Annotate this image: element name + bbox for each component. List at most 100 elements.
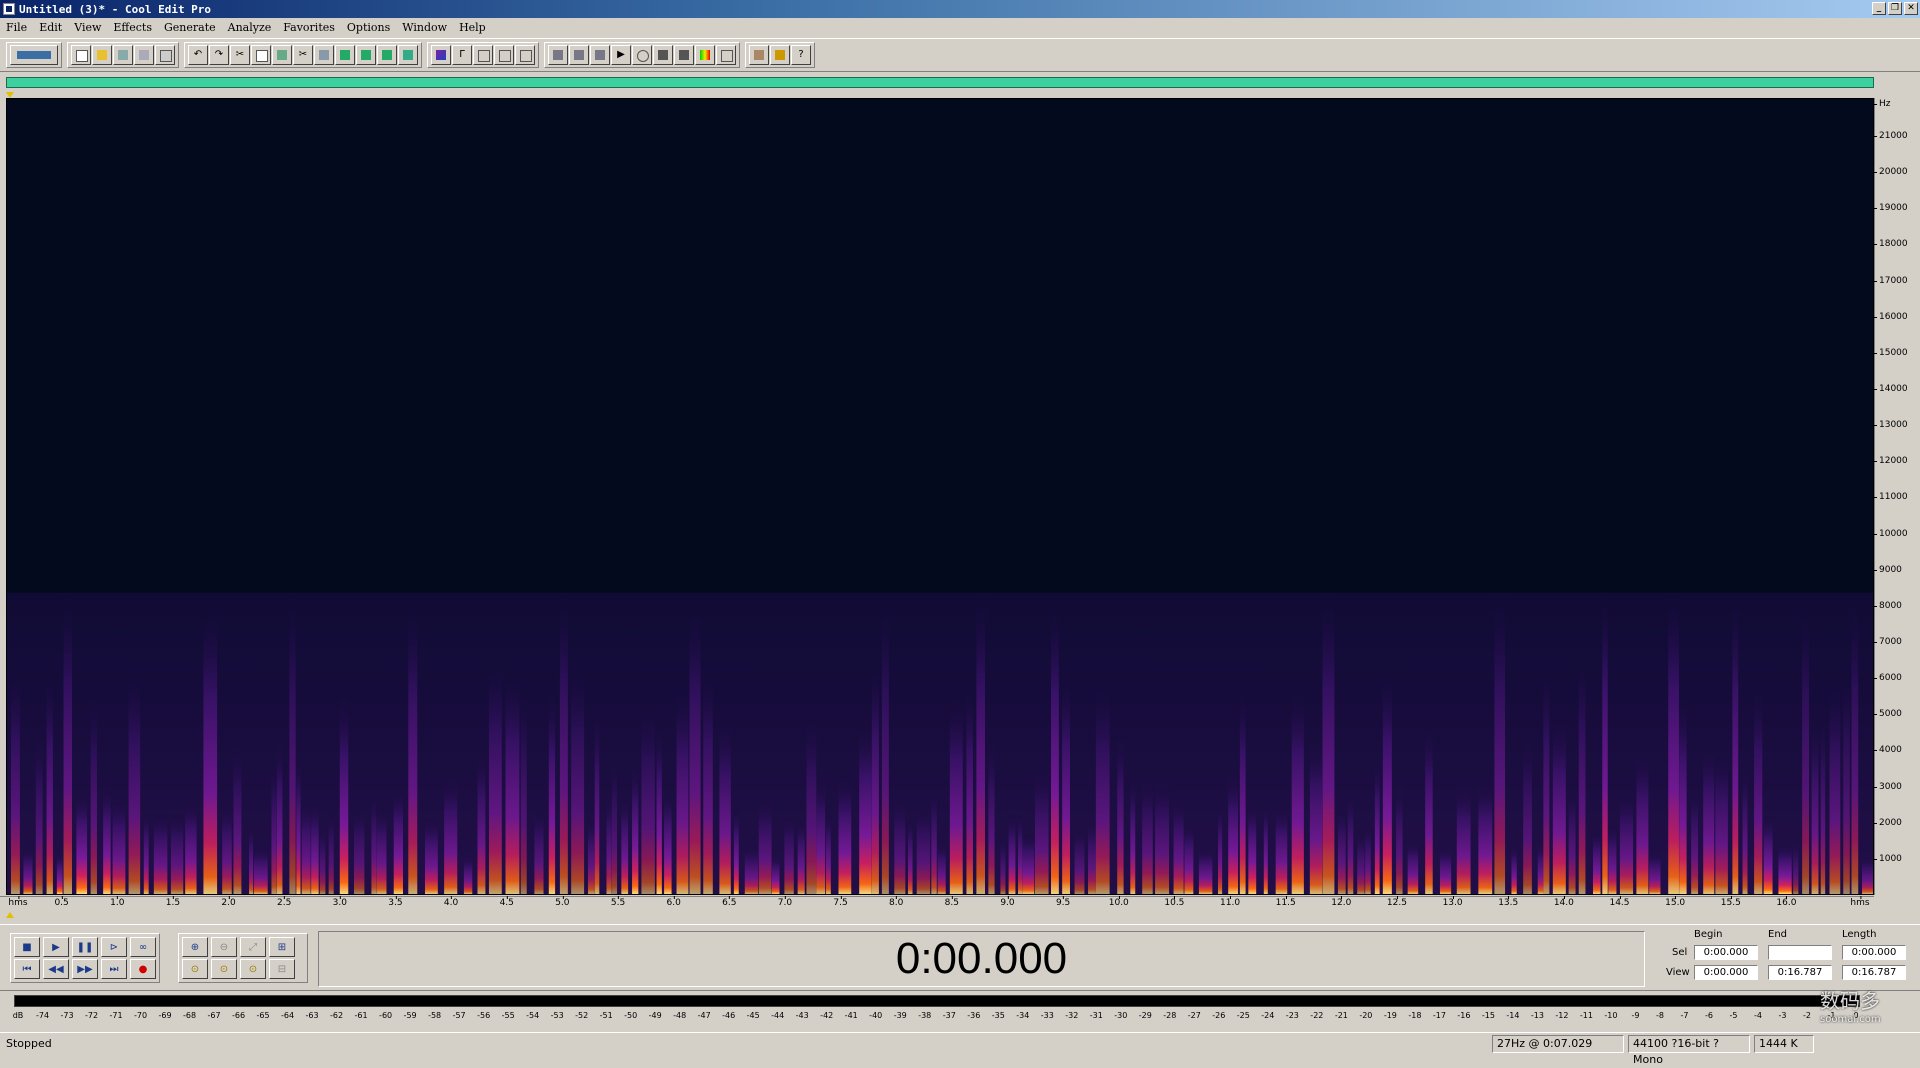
cue-list-icon[interactable] bbox=[674, 45, 694, 65]
time-tick-label: 3.5 bbox=[388, 896, 403, 908]
zoom-out-icon[interactable]: ⊖ bbox=[211, 937, 237, 957]
stop-button[interactable]: ■ bbox=[14, 937, 40, 957]
fast-forward-button[interactable]: ▶▶ bbox=[72, 959, 98, 979]
view-end-field[interactable]: 0:16.787 bbox=[1768, 965, 1832, 980]
time-tick-label: 5.5 bbox=[610, 896, 626, 908]
play-window-icon[interactable]: ▶ bbox=[611, 45, 631, 65]
view-length-field[interactable]: 0:16.787 bbox=[1842, 965, 1906, 980]
playhead-marker-icon[interactable] bbox=[6, 912, 14, 918]
grid-icon-1[interactable] bbox=[473, 45, 493, 65]
level-tick-label: -2 bbox=[1802, 1011, 1811, 1020]
spectral-burst bbox=[689, 604, 701, 894]
menu-favorites[interactable]: Favorites bbox=[277, 21, 341, 34]
multitrack-toggle-button[interactable] bbox=[10, 45, 58, 65]
level-tick-label: -14 bbox=[1506, 1011, 1520, 1020]
save-icon[interactable] bbox=[113, 45, 133, 65]
sel-begin-field[interactable]: 0:00.000 bbox=[1694, 945, 1758, 960]
zoom-out-vertical-icon[interactable]: ⊟ bbox=[269, 959, 295, 979]
zoom-window-icon[interactable] bbox=[632, 45, 652, 65]
settings-icon[interactable] bbox=[749, 45, 769, 65]
redo-icon[interactable]: ↷ bbox=[209, 45, 229, 65]
open-folder-icon[interactable] bbox=[92, 45, 112, 65]
spectral-burst bbox=[1008, 813, 1016, 894]
close-button[interactable]: ✕ bbox=[1904, 2, 1918, 15]
cut-icon[interactable]: ✂ bbox=[230, 45, 250, 65]
level-tick-label: -53 bbox=[550, 1011, 564, 1020]
waveform-view-icon[interactable] bbox=[431, 45, 451, 65]
time-tick-label: 6.0 bbox=[666, 896, 681, 908]
menu-view[interactable]: View bbox=[68, 21, 107, 34]
level-tick-label: -19 bbox=[1383, 1011, 1397, 1020]
menu-effects[interactable]: Effects bbox=[107, 21, 158, 34]
spectral-burst bbox=[1691, 788, 1699, 894]
window-icon-2[interactable] bbox=[569, 45, 589, 65]
level-tick-label: -67 bbox=[207, 1011, 221, 1020]
level-tick-label: -69 bbox=[158, 1011, 172, 1020]
close-file-icon[interactable] bbox=[155, 45, 175, 65]
zoom-in-icon[interactable]: ⊕ bbox=[182, 937, 208, 957]
window-icon-3[interactable] bbox=[590, 45, 610, 65]
menu-window[interactable]: Window bbox=[396, 21, 453, 34]
go-to-end-button[interactable]: ⏭ bbox=[101, 959, 127, 979]
zoom-full-icon[interactable]: ⤢ bbox=[240, 937, 266, 957]
pause-button[interactable]: ❚❚ bbox=[72, 937, 98, 957]
sel-end-field[interactable] bbox=[1768, 945, 1832, 960]
undo-icon[interactable]: ↶ bbox=[188, 45, 208, 65]
trim-icon[interactable]: ✂ bbox=[293, 45, 313, 65]
copy-new-icon[interactable] bbox=[335, 45, 355, 65]
menu-generate[interactable]: Generate bbox=[158, 21, 222, 34]
copy-icon[interactable] bbox=[251, 45, 271, 65]
window-icon-1[interactable] bbox=[548, 45, 568, 65]
panel-icon[interactable] bbox=[716, 45, 736, 65]
begin-header: Begin bbox=[1694, 929, 1723, 940]
sel-length-field[interactable]: 0:00.000 bbox=[1842, 945, 1906, 960]
spectral-burst bbox=[733, 807, 739, 894]
view-begin-field[interactable]: 0:00.000 bbox=[1694, 965, 1758, 980]
time-window-icon[interactable] bbox=[653, 45, 673, 65]
zoom-in-vertical-icon[interactable]: ⊞ bbox=[269, 937, 295, 957]
zoom-selection-icon[interactable]: ⊙ bbox=[182, 959, 208, 979]
insert-icon[interactable] bbox=[377, 45, 397, 65]
menu-options[interactable]: Options bbox=[341, 21, 396, 34]
level-tick-label: -47 bbox=[697, 1011, 711, 1020]
snap-icon[interactable] bbox=[398, 45, 418, 65]
menu-analyze[interactable]: Analyze bbox=[222, 21, 278, 34]
level-meter-icon[interactable] bbox=[695, 45, 715, 65]
grid-icon-3[interactable] bbox=[515, 45, 535, 65]
frequency-tick-label: 15000 bbox=[1874, 348, 1908, 358]
spectral-burst bbox=[143, 810, 149, 894]
help-icon[interactable]: ? bbox=[791, 45, 811, 65]
play-to-end-button[interactable]: ⊳ bbox=[101, 937, 127, 957]
waveform-overview-bar[interactable] bbox=[6, 77, 1874, 88]
spectral-burst bbox=[1130, 778, 1136, 894]
zoom-left-icon[interactable]: ⊙ bbox=[211, 959, 237, 979]
spectral-burst bbox=[1456, 784, 1471, 894]
minimize-button[interactable]: _ bbox=[1872, 2, 1886, 15]
paste-new-icon[interactable] bbox=[356, 45, 376, 65]
paste-icon[interactable] bbox=[272, 45, 292, 65]
save-all-icon[interactable] bbox=[134, 45, 154, 65]
menu-file[interactable]: File bbox=[0, 21, 33, 34]
go-to-start-button[interactable]: ⏮ bbox=[14, 959, 40, 979]
record-button[interactable]: ● bbox=[130, 959, 156, 979]
watermark-sub: soomal.com bbox=[1820, 1014, 1881, 1025]
menu-edit[interactable]: Edit bbox=[33, 21, 68, 34]
zoom-right-icon[interactable]: ⊙ bbox=[240, 959, 266, 979]
loop-button[interactable]: ∞ bbox=[130, 937, 156, 957]
level-tick-label: -23 bbox=[1285, 1011, 1299, 1020]
menu-help[interactable]: Help bbox=[453, 21, 492, 34]
time-ruler[interactable]: hms hms 0.5 1.0 1.5 2.0 2.5 3.0 3.5 4.0 4.5 5.0 5.… bbox=[0, 896, 1874, 913]
maximize-button[interactable]: ❐ bbox=[1888, 2, 1902, 15]
spectral-burst bbox=[1715, 753, 1728, 894]
envelope-icon[interactable]: Γ bbox=[452, 45, 472, 65]
spectral-burst bbox=[408, 606, 418, 894]
level-tick-label: -27 bbox=[1187, 1011, 1201, 1020]
mix-paste-icon[interactable] bbox=[314, 45, 334, 65]
grid-icon-2[interactable] bbox=[494, 45, 514, 65]
play-button[interactable]: ▶ bbox=[43, 937, 69, 957]
scripts-icon[interactable] bbox=[770, 45, 790, 65]
rewind-button[interactable]: ◀◀ bbox=[43, 959, 69, 979]
transport-controls: ■ ▶ ❚❚ ⊳ ∞ ⏮ ◀◀ ▶▶ ⏭ ● bbox=[10, 933, 160, 983]
new-file-icon[interactable] bbox=[71, 45, 91, 65]
spectrogram-view[interactable] bbox=[6, 98, 1874, 895]
